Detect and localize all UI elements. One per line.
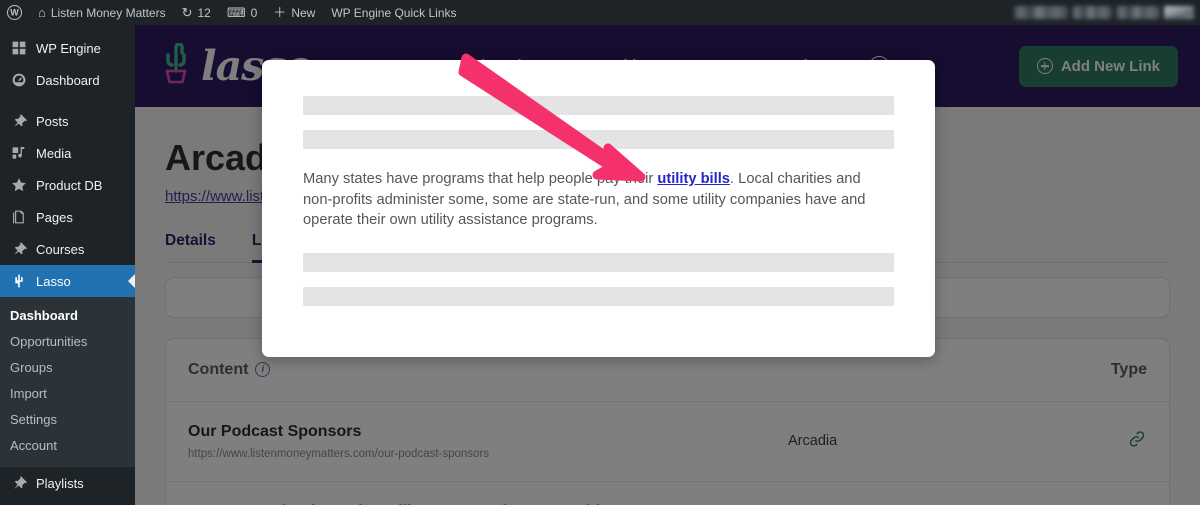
updates-icon: ↻ <box>181 5 193 20</box>
lasso-submenu: Dashboard Opportunities Groups Import Se… <box>0 297 135 467</box>
comments-icon: ⌨ <box>226 5 246 20</box>
sidebar-item-pages[interactable]: Pages <box>0 201 135 233</box>
pin-icon <box>10 113 27 130</box>
star-icon <box>10 177 27 194</box>
pin-icon <box>10 475 27 492</box>
wp-logo-menu[interactable] <box>0 0 30 25</box>
skeleton-bar <box>303 286 894 306</box>
link-preview-modal: Many states have programs that help peop… <box>262 60 935 357</box>
updates-menu[interactable]: ↻ 12 <box>174 0 219 25</box>
pin-icon <box>10 241 27 258</box>
submenu-item-account[interactable]: Account <box>0 433 135 459</box>
skeleton-group-bottom <box>303 252 894 306</box>
new-content-menu[interactable]: ＋ New <box>265 0 323 25</box>
screen: ⌂ Listen Money Matters ↻ 12 ⌨ 0 ＋ New WP… <box>0 0 1200 505</box>
sidebar-item-comments[interactable]: Comments <box>0 499 135 505</box>
submenu-item-dashboard[interactable]: Dashboard <box>0 303 135 329</box>
skeleton-bar <box>303 96 894 115</box>
sidebar-item-posts[interactable]: Posts <box>0 105 135 137</box>
sidebar-divider <box>0 96 135 105</box>
utility-bills-link[interactable]: utility bills <box>657 171 730 187</box>
wp-admin-bar: ⌂ Listen Money Matters ↻ 12 ⌨ 0 ＋ New WP… <box>0 0 1200 25</box>
media-icon <box>10 145 27 162</box>
sidebar-item-courses[interactable]: Courses <box>0 233 135 265</box>
submenu-item-import[interactable]: Import <box>0 381 135 407</box>
sidebar-item-label: Posts <box>36 113 69 129</box>
modal-paragraph-before: Many states have programs that help peop… <box>303 171 658 187</box>
updates-count: 12 <box>197 5 211 20</box>
wordpress-logo-icon <box>7 5 22 20</box>
sidebar-item-label: Lasso <box>36 273 71 289</box>
dashboard-gauge-icon <box>10 72 27 89</box>
sidebar-item-label: Product DB <box>36 177 103 193</box>
sidebar-item-media[interactable]: Media <box>0 137 135 169</box>
wp-engine-quick-links-menu[interactable]: WP Engine Quick Links <box>323 0 464 25</box>
sidebar-item-label: WP Engine <box>36 40 101 56</box>
skeleton-bar <box>303 252 894 272</box>
new-label: New <box>291 5 316 20</box>
redacted-avatar <box>1164 6 1194 19</box>
submenu-item-settings[interactable]: Settings <box>0 407 135 433</box>
wp-admin-sidebar: WP Engine Dashboard Posts Media Product … <box>0 25 135 505</box>
wp-engine-quick-links-label: WP Engine Quick Links <box>331 5 457 20</box>
sidebar-item-label: Media <box>36 145 72 161</box>
redacted-chip <box>1116 6 1160 19</box>
skeleton-bar <box>303 130 894 149</box>
comments-count: 0 <box>250 5 258 20</box>
sidebar-item-label: Dashboard <box>36 72 100 88</box>
sidebar-item-playlists[interactable]: Playlists <box>0 467 135 499</box>
redacted-chip <box>1072 6 1112 19</box>
modal-paragraph: Many states have programs that help peop… <box>303 169 894 231</box>
sidebar-item-label: Pages <box>36 209 73 225</box>
submenu-item-groups[interactable]: Groups <box>0 355 135 381</box>
grid-icon <box>10 40 27 57</box>
sidebar-item-wp-engine[interactable]: WP Engine <box>0 32 135 64</box>
site-name-menu[interactable]: ⌂ Listen Money Matters <box>30 0 174 25</box>
site-name-label: Listen Money Matters <box>50 5 166 20</box>
sidebar-item-label: Courses <box>36 241 85 257</box>
submenu-item-opportunities[interactable]: Opportunities <box>0 329 135 355</box>
sidebar-item-dashboard[interactable]: Dashboard <box>0 64 135 96</box>
sidebar-item-lasso[interactable]: Lasso <box>0 265 135 297</box>
plus-icon: ＋ <box>273 5 287 20</box>
sidebar-item-product-db[interactable]: Product DB <box>0 169 135 201</box>
admin-bar-right-redacted <box>1014 0 1200 25</box>
lasso-cactus-icon <box>10 273 27 290</box>
sidebar-item-label: Playlists <box>36 475 84 491</box>
comments-menu[interactable]: ⌨ 0 <box>219 0 265 25</box>
pages-icon <box>10 209 27 226</box>
home-icon: ⌂ <box>38 5 46 20</box>
redacted-chip <box>1014 6 1068 19</box>
